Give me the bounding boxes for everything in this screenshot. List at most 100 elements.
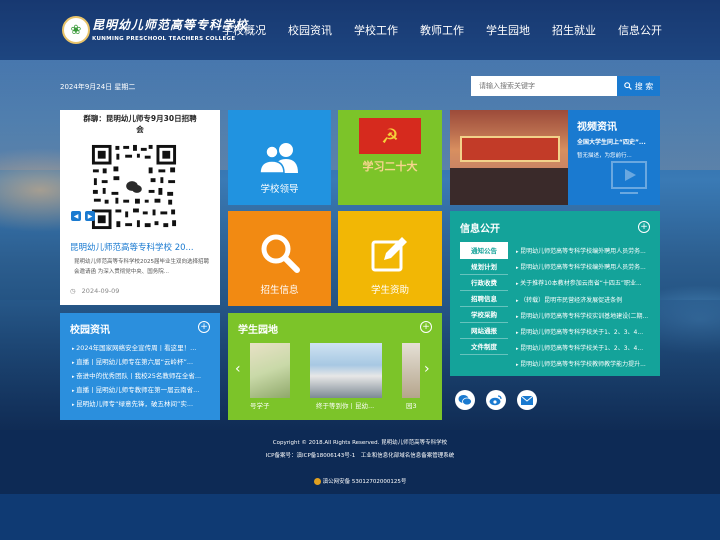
list-item[interactable]: 昆明幼儿师范高等专科学校关于1、2、3、4... [516, 325, 654, 341]
video-thumbnail[interactable] [450, 110, 568, 205]
edit-document-icon [371, 237, 407, 272]
qr-next-arrow[interactable]: ▶ [85, 211, 95, 221]
campus-news-panel: 校园资讯 + 2024年国家网络安全宣传周丨看这里！... 直播丨昆明幼儿师专在… [60, 313, 220, 420]
party-emblem-icon: ☭ [359, 118, 421, 154]
info-tab-plans[interactable]: 规划计划 [460, 258, 508, 275]
tile-student-aid[interactable]: 学生资助 [338, 211, 442, 306]
site-logo[interactable]: ❀ 昆明幼儿师范高等专科学校 KUNMING PRESCHOOL TEACHER… [62, 14, 247, 50]
logo-english-name: KUNMING PRESCHOOL TEACHERS COLLEGE [92, 36, 236, 42]
people-icon [258, 143, 298, 173]
garden-caption[interactable]: 号学子 [250, 400, 316, 410]
wechat-news-date-text: 2024-09-09 [81, 287, 120, 295]
list-item[interactable]: （转载）昆明市民营经济发展促进条例 [516, 293, 654, 309]
nav-item-teacher-work[interactable]: 教师工作 [420, 22, 464, 38]
current-date: 2024年9月24日 星期二 [60, 83, 136, 91]
garden-photo[interactable] [250, 343, 290, 398]
footer-icp[interactable]: ICP备案号：滇ICP备18006143号-1 工业和信息化部域名信息备案管理系… [0, 451, 720, 459]
tile-school-leaders-label: 学校领导 [260, 184, 299, 195]
campus-news-list: 2024年国家网络安全宣传周丨看这里！... 直播丨昆明幼儿师专在第六届“云岭杯… [72, 341, 212, 411]
list-item[interactable]: 昆明幼儿师范高等专科学校关于1、2、3、4... [516, 341, 654, 357]
student-garden-title: 学生园地 [238, 325, 278, 336]
footer-copyright: Copyright © 2018.All Rights Reserved. 昆明… [272, 440, 448, 446]
garden-prev-arrow[interactable]: ‹ [235, 361, 241, 377]
info-tab-procurement[interactable]: 学校采购 [460, 306, 508, 323]
info-tabs: 通知公告 规划计划 行政收费 招聘信息 学校采购 网站通报 文件制度 [460, 242, 508, 355]
list-item[interactable]: 昆明幼儿师范高等专科学校实训基地建设(二期... [516, 309, 654, 325]
list-item[interactable]: 昆明幼儿师专“绿意先锋，破五林间”实... [72, 397, 212, 411]
footer-bottom-band [0, 494, 720, 540]
list-item[interactable]: 昆明幼儿师范高等专科学校编外聘用人员劳务... [516, 260, 654, 276]
tile-student-aid-label: 学生资助 [370, 285, 409, 296]
list-item[interactable]: 直播丨昆明幼儿师专教师在第一届云南省... [72, 383, 212, 397]
wechat-panel: 群聊：昆明幼儿师专9月30日招聘会 ◀ ▶ 昆明幼儿师范高等专科学校 20...… [60, 110, 220, 305]
video-panel: 视频资讯 全国大学生同上“四史”... 暂无描述，为您前行... [450, 110, 660, 205]
tile-study-20th-congress[interactable]: ☭ 学习二十大 [338, 110, 442, 205]
info-list: 昆明幼儿师范高等专科学校编外聘用人员劳务... 昆明幼儿师范高等专科学校编外聘用… [516, 244, 654, 374]
search-icon [623, 82, 632, 90]
info-tab-notices[interactable]: 通知公告 [460, 242, 508, 259]
wechat-news-title[interactable]: 昆明幼儿师范高等专科学校 20... [70, 241, 215, 253]
tile-study-label: 学习二十大 [362, 160, 418, 173]
campus-news-title: 校园资讯 [70, 325, 110, 336]
video-stage [450, 168, 568, 205]
wechat-news-date: ◷ 2024-09-09 [70, 287, 119, 295]
nav-item-student-garden[interactable]: 学生园地 [486, 22, 530, 38]
video-summary: 暂无描述，为您前行... [577, 153, 632, 159]
list-item[interactable]: 昆明幼儿师范高等专科学校编外聘用人员劳务... [516, 244, 654, 260]
list-item[interactable]: 关于推荐10本教材参加云南省“十四五”职业... [516, 276, 654, 292]
wechat-icon[interactable] [455, 390, 475, 410]
social-links [455, 390, 537, 410]
mail-icon[interactable] [517, 390, 537, 410]
nav-item-school-work[interactable]: 学校工作 [354, 22, 398, 38]
wechat-news-summary: 昆明幼儿师范高等专科学校2025届毕业生双向选择招聘会邀请函 为深入贯彻党中央、… [74, 259, 209, 275]
search-button[interactable]: 搜 索 [617, 76, 660, 96]
garden-photo[interactable] [310, 343, 382, 398]
info-panel-title: 信息公开 [460, 224, 500, 235]
footer-police-text: 滇公网安备 53012702000125号 [322, 479, 407, 485]
garden-carousel: 号学子 终于等到你丨昆幼... 园3 [250, 343, 420, 411]
info-disclosure-panel: 信息公开 + 通知公告 规划计划 行政收费 招聘信息 学校采购 网站通报 文件制… [450, 211, 660, 376]
college-emblem-icon: ❀ [62, 16, 90, 44]
clock-icon: ◷ [70, 287, 76, 295]
qr-prev-arrow[interactable]: ◀ [71, 211, 81, 221]
video-subtitle[interactable]: 全国大学生同上“四史”... [577, 137, 655, 146]
nav-item-admission[interactable]: 招生就业 [552, 22, 596, 38]
info-tab-regulations[interactable]: 文件制度 [460, 338, 508, 355]
garden-caption[interactable]: 终于等到你丨昆幼... [316, 400, 382, 410]
weibo-icon[interactable] [486, 390, 506, 410]
search-button-label: 搜 索 [634, 81, 654, 91]
video-panel-title: 视频资讯 [577, 122, 617, 133]
tile-admission-label: 招生信息 [260, 285, 299, 296]
video-banner [460, 136, 560, 162]
magnifier-icon [261, 234, 300, 273]
search-bar: 搜 索 [471, 76, 660, 96]
campus-more-plus-icon[interactable]: + [198, 321, 210, 333]
search-input[interactable] [471, 76, 617, 96]
info-tab-fees[interactable]: 行政收费 [460, 274, 508, 291]
police-badge-icon [313, 478, 321, 485]
video-watermark-icon [611, 161, 647, 194]
list-item[interactable]: 奋进中的优秀团队丨我校25名教师在全省... [72, 369, 212, 383]
footer: Copyright © 2018.All Rights Reserved. 昆明… [0, 430, 720, 494]
list-item[interactable]: 昆明幼儿师范高等专科学校教师教学能力提升... [516, 357, 654, 373]
tile-admission-info[interactable]: 招生信息 [228, 211, 331, 306]
info-tab-jobs[interactable]: 招聘信息 [460, 290, 508, 307]
info-more-plus-icon[interactable]: + [638, 221, 650, 233]
footer-police[interactable]: 滇公网安备 53012702000125号 [0, 477, 720, 485]
wechat-panel-title: 群聊：昆明幼儿师专9月30日招聘会 [83, 114, 197, 134]
student-garden-panel: 学生园地 + ‹ › 号学子 终于等到你丨昆幼... 园3 [228, 313, 442, 420]
header: ❀ 昆明幼儿师范高等专科学校 KUNMING PRESCHOOL TEACHER… [0, 0, 720, 60]
nav-item-info-disclosure[interactable]: 信息公开 [618, 22, 662, 38]
info-tab-site-reports[interactable]: 网站通报 [460, 322, 508, 339]
list-item[interactable]: 直播丨昆明幼儿师专在第六届“云岭杯”... [72, 355, 212, 369]
nav-item-overview[interactable]: 学校概况 [222, 22, 266, 38]
garden-next-arrow[interactable]: › [424, 361, 430, 377]
nav-item-campus-news[interactable]: 校园资讯 [288, 22, 332, 38]
garden-photo[interactable] [402, 343, 420, 398]
tile-school-leaders[interactable]: 学校领导 [228, 110, 331, 205]
main-nav: 学校概况 校园资讯 学校工作 教师工作 学生园地 招生就业 信息公开 [222, 22, 684, 38]
garden-more-plus-icon[interactable]: + [420, 321, 432, 333]
garden-caption[interactable]: 园3 [406, 400, 420, 410]
wechat-qr-code[interactable] [90, 142, 178, 232]
list-item[interactable]: 2024年国家网络安全宣传周丨看这里！... [72, 341, 212, 355]
